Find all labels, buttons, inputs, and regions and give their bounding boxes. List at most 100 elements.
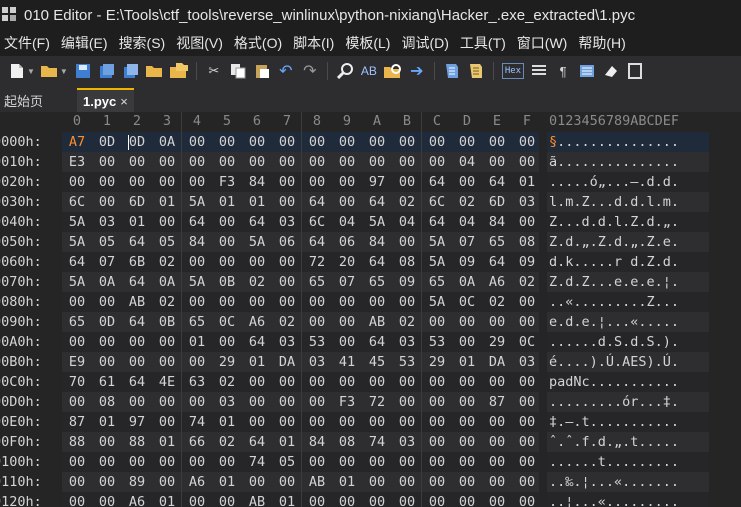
hex-byte[interactable]: 00 [272,174,302,190]
hex-byte[interactable]: 00 [212,134,242,150]
hex-byte[interactable]: 00 [62,454,92,470]
hex-byte[interactable]: 00 [242,134,272,150]
hex-byte[interactable]: 64 [242,434,272,450]
hex-byte[interactable]: 00 [392,234,422,250]
hex-editor[interactable]: 0123456789ABCDEF 0123456789ABCDEF 0000h:… [0,112,741,507]
hex-byte[interactable]: 00 [422,314,452,330]
hex-byte[interactable]: 00 [242,154,272,170]
run-template-icon[interactable] [467,62,485,80]
hex-byte[interactable]: 00 [182,454,212,470]
hex-byte[interactable]: 00 [122,354,152,370]
hex-byte[interactable]: 53 [422,334,452,350]
hex-byte[interactable]: 00 [392,394,422,410]
hex-byte[interactable]: 00 [212,454,242,470]
hex-byte[interactable]: 03 [512,354,542,370]
hex-byte[interactable]: 00 [272,394,302,410]
compare-icon[interactable] [626,62,644,80]
hex-byte[interactable]: 03 [392,334,422,350]
hex-byte[interactable]: 00 [92,154,122,170]
hex-byte[interactable]: 01 [92,414,122,430]
hex-byte[interactable]: 00 [512,134,542,150]
hex-byte[interactable]: 00 [332,414,362,430]
hex-byte[interactable]: 00 [92,334,122,350]
menu-item[interactable]: 模板(L) [341,33,397,53]
hex-byte[interactable]: 64 [242,214,272,230]
redo-icon[interactable]: ↷ [301,62,319,80]
table-row[interactable]: 00C0h:7061644E630200000000000000000000pa… [0,372,741,392]
hex-byte[interactable]: 64 [242,334,272,350]
hex-byte[interactable]: 64 [362,254,392,270]
hex-byte[interactable]: 00 [122,394,152,410]
hex-byte[interactable]: 05 [92,234,122,250]
hex-byte[interactable]: 65 [482,234,512,250]
hex-byte[interactable]: 65 [302,274,332,290]
hex-byte[interactable]: 00 [332,174,362,190]
hex-byte[interactable]: 6D [482,194,512,210]
hex-byte[interactable]: 5A [422,254,452,270]
hex-byte[interactable]: 00 [332,374,362,390]
open-folder-icon[interactable] [40,62,59,80]
ascii-text[interactable]: ˆ.ˆ.f.d.„.t..... [549,434,679,450]
hex-byte[interactable]: 00 [272,294,302,310]
undo-icon[interactable]: ↶ [277,62,295,80]
hex-byte[interactable]: 08 [512,234,542,250]
hex-byte[interactable]: 0C [452,294,482,310]
hex-byte[interactable]: 5A [62,234,92,250]
hex-byte[interactable]: 00 [332,454,362,470]
hex-byte[interactable]: 6C [62,194,92,210]
hex-byte[interactable]: 64 [362,334,392,350]
ascii-text[interactable]: padNc........... [549,374,679,390]
hex-byte[interactable]: 64 [422,174,452,190]
hex-byte[interactable]: 5A [422,234,452,250]
hex-byte[interactable]: 01 [152,434,182,450]
hex-byte[interactable]: 03 [212,394,242,410]
hex-byte[interactable]: 00 [482,454,512,470]
hex-byte[interactable]: 02 [242,274,272,290]
table-row[interactable]: 00A0h:0000000001006403530064035300290C..… [0,332,741,352]
hex-byte[interactable]: 00 [362,414,392,430]
hex-byte[interactable]: 01 [182,334,212,350]
save-all-icon[interactable] [122,62,140,80]
hex-byte[interactable]: 02 [272,314,302,330]
ascii-text[interactable]: ..«.........Z... [549,294,679,310]
hex-byte[interactable]: DA [482,354,512,370]
hex-byte[interactable]: 01 [332,474,362,490]
hex-byte[interactable]: 02 [212,374,242,390]
copy-icon[interactable] [229,62,247,80]
table-row[interactable]: 0040h:5A030100640064036C045A0464048400Z.… [0,212,741,232]
new-file-icon[interactable] [8,62,26,80]
hex-byte[interactable]: 00 [392,134,422,150]
hex-byte[interactable]: 07 [92,254,122,270]
hex-byte[interactable]: 64 [122,314,152,330]
hex-byte[interactable]: 00 [302,454,332,470]
hex-byte[interactable]: 00 [182,134,212,150]
hex-byte[interactable]: 00 [272,374,302,390]
table-row[interactable]: 0110h:00008900A6010000AB01000000000000..… [0,472,741,492]
hex-byte[interactable]: 08 [332,434,362,450]
hex-byte[interactable]: 00 [482,154,512,170]
menu-item[interactable]: 脚本(I) [289,33,341,53]
hex-byte[interactable]: 84 [242,174,272,190]
hex-byte[interactable]: 00 [512,214,542,230]
hex-byte[interactable]: 00 [362,474,392,490]
hex-byte[interactable]: 07 [332,274,362,290]
hex-byte[interactable]: A6 [242,314,272,330]
run-script-icon[interactable] [443,62,461,80]
hex-byte[interactable]: E3 [62,154,92,170]
ascii-text[interactable]: d.k.....r d.Z.d. [549,254,679,270]
hex-byte[interactable]: 00 [242,394,272,410]
hex-byte[interactable]: 6C [302,214,332,230]
hex-byte[interactable]: 0C [212,314,242,330]
hex-byte[interactable]: 00 [182,354,212,370]
hex-byte[interactable]: 00 [152,454,182,470]
table-row[interactable]: 0060h:64076B0200000000722064085A096409d.… [0,252,741,272]
hex-byte[interactable]: 0D [92,134,122,150]
hex-byte[interactable]: 00 [332,134,362,150]
hex-byte[interactable]: 00 [362,134,392,150]
ascii-text[interactable]: ‡.—.t........... [549,414,679,430]
tab-1-pyc[interactable]: 1.pyc × [77,88,134,112]
hex-byte[interactable]: 00 [332,294,362,310]
menu-item[interactable]: 文件(F) [0,33,57,53]
hex-byte[interactable]: 00 [452,374,482,390]
hex-byte[interactable]: 74 [242,454,272,470]
